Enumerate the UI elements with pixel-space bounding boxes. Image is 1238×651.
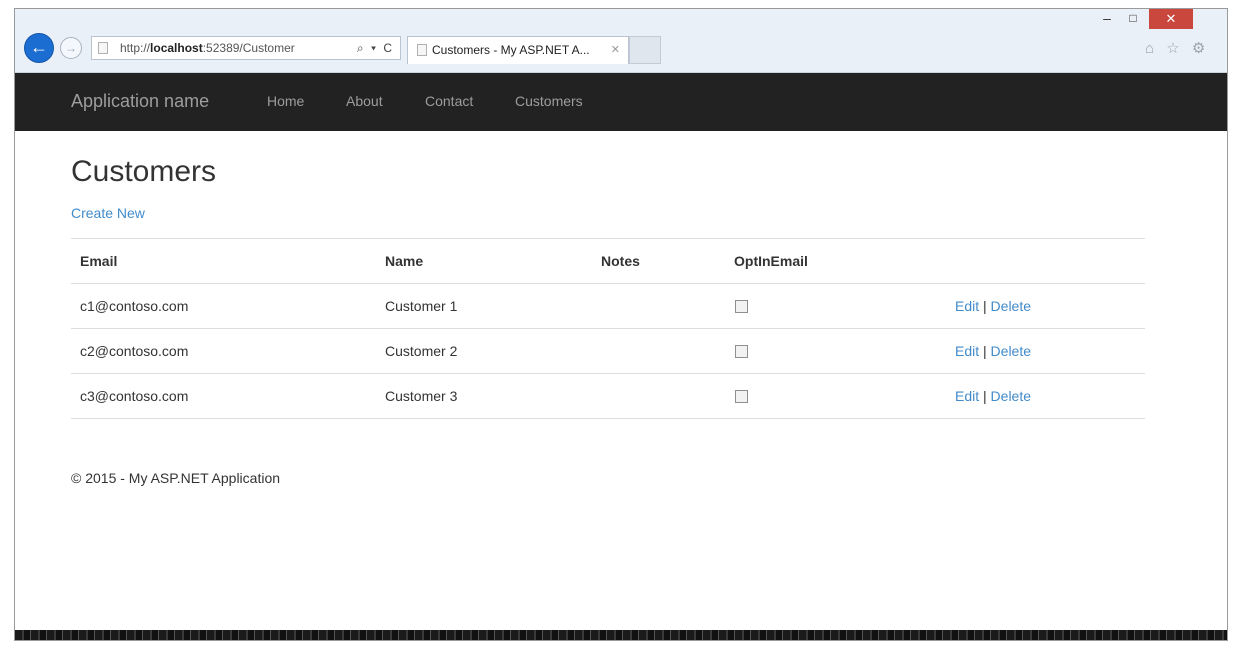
url-prefix: http:// xyxy=(120,41,151,55)
optin-checkbox xyxy=(735,300,748,313)
header-notes: Notes xyxy=(601,253,640,269)
tab-customers[interactable]: Customers - My ASP.NET A... ✕ xyxy=(407,36,629,64)
tab-page-icon xyxy=(417,44,427,56)
browser-chrome: ← → http://localhost:52389/Customer ⌕ ▾ … xyxy=(15,9,1227,73)
nav-link-customers[interactable]: Customers xyxy=(515,93,583,109)
action-separator: | xyxy=(983,343,987,359)
action-separator: | xyxy=(983,388,987,404)
forward-arrow-icon: → xyxy=(65,41,77,55)
back-arrow-icon: ← xyxy=(30,37,48,57)
delete-link[interactable]: Delete xyxy=(991,298,1031,314)
navbar-brand[interactable]: Application name xyxy=(71,91,209,112)
table-row: c2@contoso.com Customer 2 Edit | Delete xyxy=(71,329,1145,374)
nav-link-about[interactable]: About xyxy=(346,93,383,109)
navbar: Application name Home About Contact Cust… xyxy=(15,73,1227,131)
action-separator: | xyxy=(983,298,987,314)
row-actions: Edit | Delete xyxy=(955,329,1031,374)
close-window-button[interactable]: ✕ xyxy=(1149,9,1193,29)
row-actions: Edit | Delete xyxy=(955,284,1031,329)
footer-copyright: © 2015 - My ASP.NET Application xyxy=(71,470,281,486)
url-host: localhost xyxy=(150,41,203,55)
tab-title: Customers - My ASP.NET A... xyxy=(432,43,590,57)
create-new-link[interactable]: Create New xyxy=(71,205,145,221)
maximize-button[interactable]: □ xyxy=(1123,11,1143,27)
cell-name: Customer 2 xyxy=(385,343,458,359)
header-optinemail: OptInEmail xyxy=(734,253,808,269)
header-name: Name xyxy=(385,253,424,269)
search-refresh-icons[interactable]: ⌕ ▾ C xyxy=(357,37,394,59)
nav-link-contact[interactable]: Contact xyxy=(425,93,473,109)
page-title: Customers xyxy=(71,155,217,188)
edit-link[interactable]: Edit xyxy=(955,388,979,404)
nav-link-home[interactable]: Home xyxy=(267,93,304,109)
url-rest: :52389/Customer xyxy=(202,41,295,55)
customers-table: Email Name Notes OptInEmail c1@contoso.c… xyxy=(71,238,1145,419)
tab-close-icon[interactable]: ✕ xyxy=(611,37,620,63)
header-email: Email xyxy=(80,253,118,269)
cell-name: Customer 3 xyxy=(385,388,458,404)
optin-checkbox xyxy=(735,345,748,358)
home-favorites-settings-icons[interactable]: ⌂ ☆ ⚙ xyxy=(1145,39,1209,57)
new-tab-button[interactable] xyxy=(629,36,661,64)
back-button[interactable]: ← xyxy=(24,33,54,63)
cell-name: Customer 1 xyxy=(385,298,458,314)
cell-email: c2@contoso.com xyxy=(80,343,189,359)
page-icon xyxy=(98,42,108,54)
table-row: c3@contoso.com Customer 3 Edit | Delete xyxy=(71,374,1145,419)
torn-edge-decoration xyxy=(15,630,1227,640)
optin-checkbox xyxy=(735,390,748,403)
row-actions: Edit | Delete xyxy=(955,374,1031,419)
delete-link[interactable]: Delete xyxy=(991,343,1031,359)
cell-email: c1@contoso.com xyxy=(80,298,189,314)
browser-window: ← → http://localhost:52389/Customer ⌕ ▾ … xyxy=(14,8,1228,641)
table-header-row: Email Name Notes OptInEmail xyxy=(71,239,1145,284)
address-bar[interactable]: http://localhost:52389/Customer ⌕ ▾ C xyxy=(91,36,401,60)
edit-link[interactable]: Edit xyxy=(955,343,979,359)
address-url[interactable]: http://localhost:52389/Customer xyxy=(120,37,295,59)
minimize-button[interactable]: – xyxy=(1097,11,1117,27)
table-row: c1@contoso.com Customer 1 Edit | Delete xyxy=(71,284,1145,329)
delete-link[interactable]: Delete xyxy=(991,388,1031,404)
forward-button[interactable]: → xyxy=(60,37,82,59)
cell-email: c3@contoso.com xyxy=(80,388,189,404)
edit-link[interactable]: Edit xyxy=(955,298,979,314)
